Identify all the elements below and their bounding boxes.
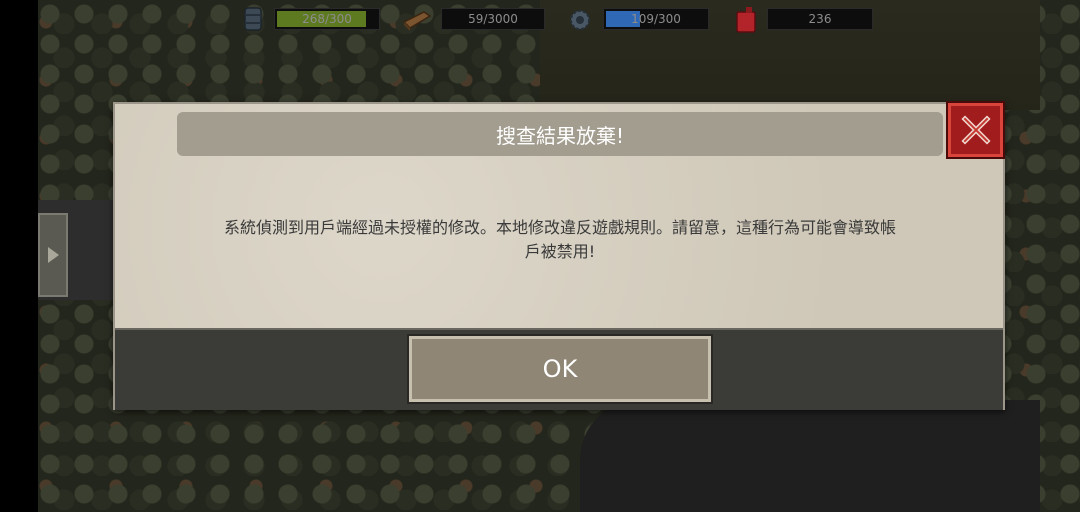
dialog-message: 系統偵測到用戶端經過未授權的修改。本地修改違反遊戲規則。請留意，這種行為可能會導… bbox=[155, 216, 965, 264]
close-icon bbox=[960, 115, 991, 145]
wood-plank-icon bbox=[402, 11, 432, 31]
alert-dialog: 搜查結果放棄! 系統偵測到用戶端經過未授權的修改。本地修改違反遊戲規則。請留意，… bbox=[113, 102, 1005, 410]
dialog-title: 搜查結果放棄! bbox=[495, 123, 625, 148]
side-panel-toggle[interactable] bbox=[38, 213, 68, 297]
fuel-barrel-icon bbox=[244, 7, 262, 31]
gas-counter: 236 bbox=[767, 8, 873, 30]
wood-value: 59/3000 bbox=[468, 12, 518, 26]
fuel-meter: 268/300 bbox=[274, 8, 380, 30]
dialog-message-line: 戶被禁用! bbox=[524, 242, 596, 261]
fuel-value: 268/300 bbox=[302, 12, 352, 26]
parts-meter: 109/300 bbox=[603, 8, 709, 30]
ok-button[interactable]: OK bbox=[407, 334, 713, 404]
gear-icon bbox=[570, 10, 590, 30]
gas-value: 236 bbox=[808, 12, 832, 26]
road-area bbox=[580, 400, 1040, 512]
close-button[interactable] bbox=[946, 101, 1005, 159]
dialog-message-line: 系統偵測到用戶端經過未授權的修改。本地修改違反遊戲規則。請留意，這種行為可能會導… bbox=[223, 218, 896, 237]
dialog-footer: OK bbox=[115, 328, 1003, 410]
ok-button-label: OK bbox=[542, 355, 578, 383]
gas-can-icon bbox=[736, 7, 756, 33]
chevron-right-icon bbox=[47, 247, 59, 263]
screen-left-edge bbox=[0, 0, 38, 512]
wood-meter: 59/3000 bbox=[441, 8, 545, 30]
dialog-title-bar: 搜查結果放棄! bbox=[177, 112, 943, 156]
parts-value: 109/300 bbox=[631, 12, 681, 26]
